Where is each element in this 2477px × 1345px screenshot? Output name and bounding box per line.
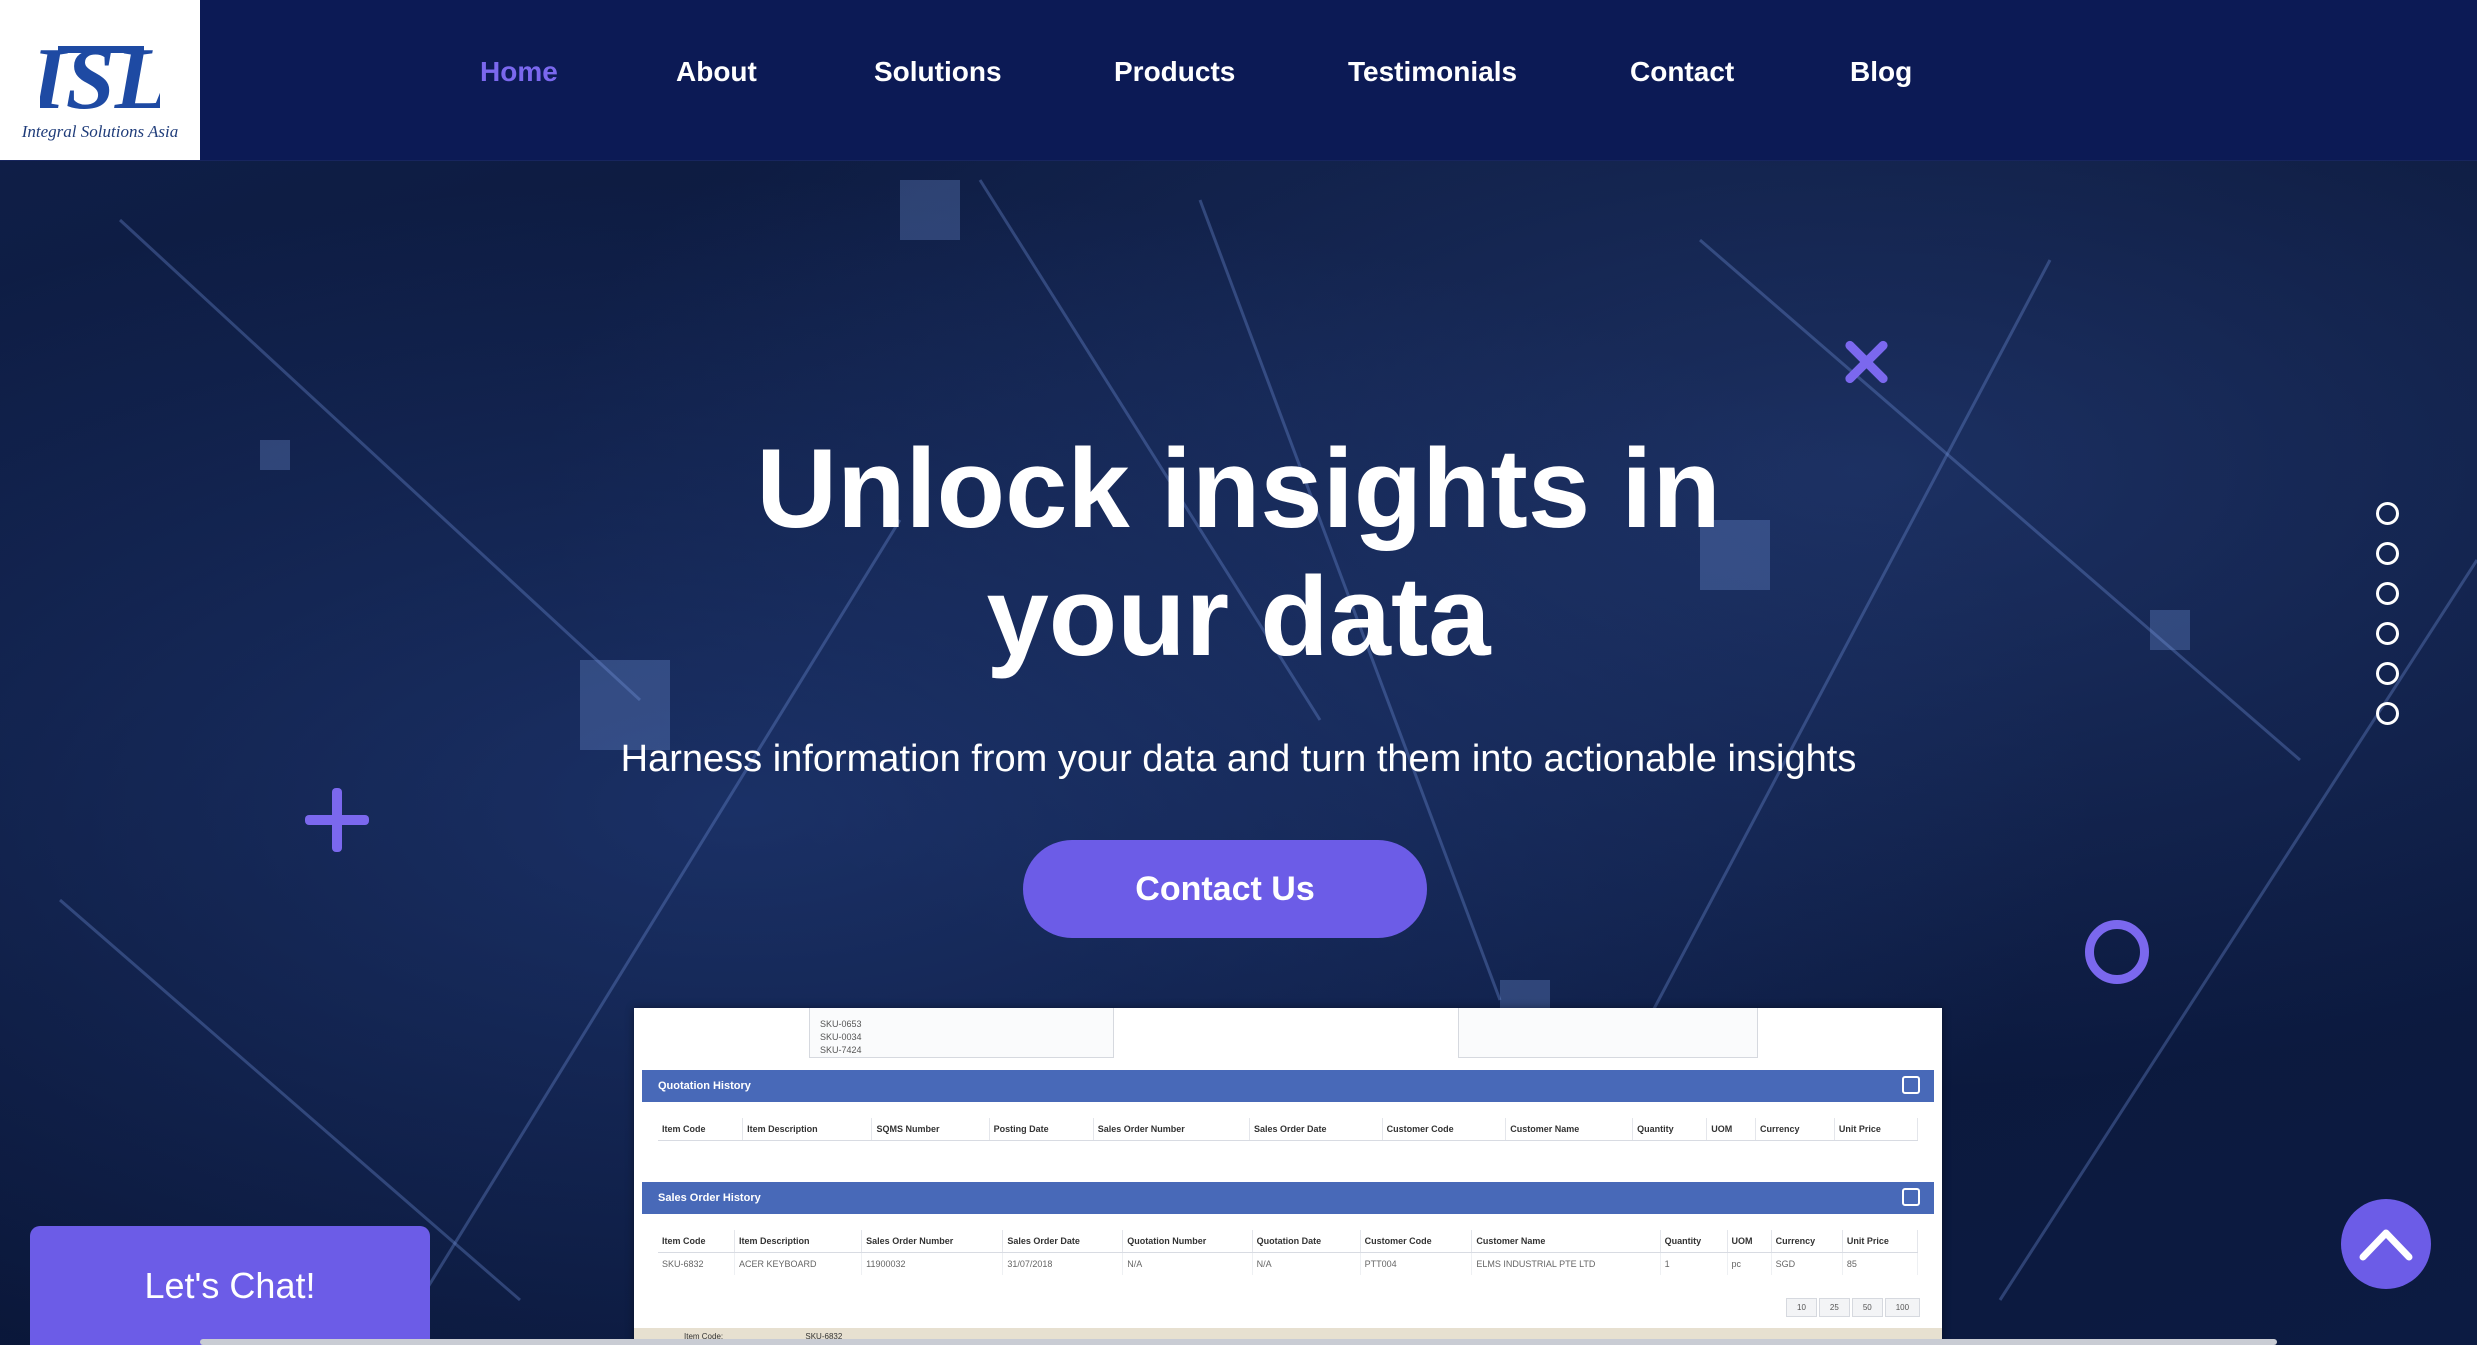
top-navbar: ISL Integral Solutions Asia Home About S… xyxy=(0,0,2477,161)
nav-about[interactable]: About xyxy=(676,56,757,88)
slider-dot[interactable] xyxy=(2376,622,2399,645)
logo[interactable]: ISL Integral Solutions Asia xyxy=(0,0,200,160)
lets-chat-button[interactable]: Let's Chat! xyxy=(30,1226,430,1345)
filter-box xyxy=(1458,1008,1758,1058)
table-cell: 85 xyxy=(1842,1252,1919,1275)
table-row[interactable]: SKU-6832 ACER KEYBOARD 11900032 31/07/20… xyxy=(658,1252,1919,1275)
table-header: Item Description xyxy=(734,1230,863,1253)
export-icon[interactable] xyxy=(1902,1076,1920,1094)
table-header: Unit Price xyxy=(1834,1118,1919,1141)
table-header: Quantity xyxy=(1632,1118,1708,1141)
table-header: Unit Price xyxy=(1842,1230,1919,1253)
chevron-up-icon xyxy=(2359,1229,2413,1261)
table-header: Sales Order Date xyxy=(1249,1118,1383,1141)
quotation-history-header: Quotation History xyxy=(642,1070,1934,1102)
table-header: Item Code xyxy=(658,1118,744,1141)
table-header: SQMS Number xyxy=(871,1118,990,1141)
table-header: Customer Name xyxy=(1471,1230,1661,1253)
nav-blog[interactable]: Blog xyxy=(1850,56,1912,88)
table-cell: ACER KEYBOARD xyxy=(734,1252,863,1275)
table-header: Item Code xyxy=(658,1230,735,1253)
table-header: Quantity xyxy=(1660,1230,1728,1253)
contact-us-button[interactable]: Contact Us xyxy=(1023,840,1427,938)
x-shape-icon xyxy=(1838,334,1894,390)
slider-dots xyxy=(2376,502,2400,742)
nav-contact[interactable]: Contact xyxy=(1630,56,1734,88)
table-cell: pc xyxy=(1727,1252,1772,1275)
slider-dot[interactable] xyxy=(2376,542,2399,565)
table-header: Customer Name xyxy=(1505,1118,1634,1141)
nav-home[interactable]: Home xyxy=(480,56,558,88)
table-cell: SKU-6832 xyxy=(658,1252,735,1275)
scroll-to-top-button[interactable] xyxy=(2341,1199,2431,1289)
slider-dot[interactable] xyxy=(2376,662,2399,685)
table-header: UOM xyxy=(1706,1118,1756,1141)
table-header: UOM xyxy=(1727,1230,1772,1253)
table-cell: 11900032 xyxy=(861,1252,1004,1275)
table-cell: 31/07/2018 xyxy=(1002,1252,1124,1275)
table-header: Sales Order Date xyxy=(1002,1230,1124,1253)
browser-scrollbar[interactable] xyxy=(200,1339,2277,1345)
nav-solutions[interactable]: Solutions xyxy=(874,56,1002,88)
dashboard-preview: SKU-0653 SKU-0034 SKU-7424 Quotation His… xyxy=(634,1008,1942,1345)
slider-dot[interactable] xyxy=(2376,502,2399,525)
page-size-selector: 10 25 50 100 xyxy=(1784,1298,1921,1317)
slider-dot[interactable] xyxy=(2376,702,2399,725)
table-header: Sales Order Number xyxy=(861,1230,1004,1253)
table-header: Customer Code xyxy=(1382,1118,1507,1141)
nav-products[interactable]: Products xyxy=(1114,56,1235,88)
table-cell: PTT004 xyxy=(1360,1252,1473,1275)
table-header: Quotation Date xyxy=(1252,1230,1361,1253)
hero-headline-line1: Unlock insights in xyxy=(756,426,1721,551)
ring-icon xyxy=(2085,920,2149,984)
sales-order-history-title: Sales Order History xyxy=(658,1192,761,1204)
table-cell: N/A xyxy=(1122,1252,1253,1275)
quotation-history-title: Quotation History xyxy=(658,1080,751,1092)
table-cell: SGD xyxy=(1771,1252,1843,1275)
sku-item: SKU-0034 xyxy=(820,1032,862,1042)
export-icon[interactable] xyxy=(1902,1188,1920,1206)
plus-icon xyxy=(305,788,369,852)
sales-order-history-header: Sales Order History xyxy=(642,1182,1934,1214)
nav-testimonials[interactable]: Testimonials xyxy=(1348,56,1517,88)
hero-headline: Unlock insights in your data xyxy=(0,425,2477,681)
page-size-option[interactable]: 100 xyxy=(1884,1298,1921,1317)
table-header: Item Description xyxy=(742,1118,873,1141)
page-size-option[interactable]: 10 xyxy=(1786,1298,1817,1317)
table-cell: 1 xyxy=(1660,1252,1728,1275)
page-size-option[interactable]: 50 xyxy=(1851,1298,1883,1317)
table-header: Currency xyxy=(1755,1118,1835,1141)
slider-dot[interactable] xyxy=(2376,582,2399,605)
sku-item: SKU-7424 xyxy=(820,1045,862,1055)
table-header: Currency xyxy=(1771,1230,1843,1253)
table-header: Quotation Number xyxy=(1122,1230,1253,1253)
table-cell: ELMS INDUSTRIAL PTE LTD xyxy=(1471,1252,1661,1275)
quotation-history-table: Item Code Item Description SQMS Number P… xyxy=(658,1118,1919,1141)
table-header: Customer Code xyxy=(1360,1230,1473,1253)
hero-subheadline: Harness information from your data and t… xyxy=(620,738,1857,780)
sales-order-history-table: Item Code Item Description Sales Order N… xyxy=(658,1230,1919,1275)
sku-list: SKU-0653 SKU-0034 SKU-7424 xyxy=(809,1008,1114,1058)
table-header: Sales Order Number xyxy=(1093,1118,1250,1141)
table-cell: N/A xyxy=(1252,1252,1361,1275)
table-header: Posting Date xyxy=(989,1118,1094,1141)
sku-item: SKU-0653 xyxy=(820,1019,862,1029)
logo-tagline: Integral Solutions Asia xyxy=(21,122,179,141)
svg-text:ISL: ISL xyxy=(40,31,160,118)
isl-logo-icon: ISL xyxy=(40,31,160,118)
hero-headline-line2: your data xyxy=(986,554,1491,679)
page-size-option[interactable]: 25 xyxy=(1818,1298,1850,1317)
